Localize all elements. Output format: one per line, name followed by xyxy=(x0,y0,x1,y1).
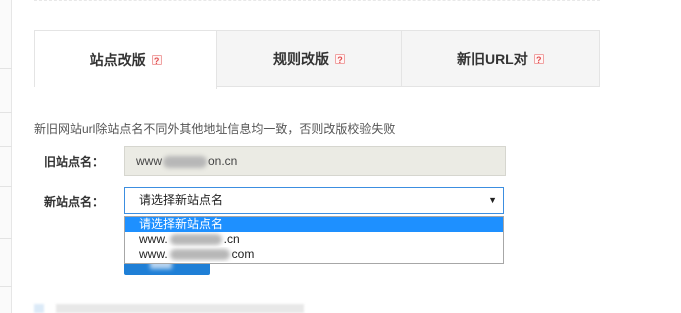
old-site-label: 旧站点名： xyxy=(44,155,105,169)
redacted-text xyxy=(169,249,230,261)
tab-url-mapping[interactable]: 新旧URL对 ? xyxy=(402,31,599,86)
top-divider xyxy=(34,0,600,1)
caret-down-icon[interactable]: ▼ xyxy=(488,188,497,213)
option-prefix: www. xyxy=(139,247,168,261)
help-icon[interactable]: ? xyxy=(533,53,544,65)
option-suffix: .cn xyxy=(223,232,240,246)
dropdown-option[interactable]: 请选择新站点名 xyxy=(125,217,503,232)
tab-label: 规则改版 xyxy=(273,50,330,67)
old-site-field: www on.cn xyxy=(124,146,506,176)
tab-rule-revision[interactable]: 规则改版 ? xyxy=(217,31,402,86)
dropdown-option[interactable]: www. .cn xyxy=(125,232,503,247)
redacted-text xyxy=(163,155,207,168)
option-prefix: www. xyxy=(139,232,168,246)
new-site-label: 新站点名： xyxy=(44,195,105,209)
option-suffix: com xyxy=(231,247,255,261)
help-icon[interactable]: ? xyxy=(335,53,346,65)
old-site-value-suffix: on.cn xyxy=(208,154,238,168)
redacted-text xyxy=(169,234,222,246)
tab-site-revision[interactable]: 站点改版 ? xyxy=(35,31,218,89)
cut-off-hint-text xyxy=(34,304,304,313)
help-icon[interactable]: ? xyxy=(151,55,162,66)
site-options-dropdown[interactable]: 请选择新站点名 www. .cn www. com xyxy=(124,216,504,264)
revision-notice: 新旧网站url除站点名不同外其他地址信息均一致，否则改版校验失败 xyxy=(34,122,396,136)
option-label: 请选择新站点名 xyxy=(139,217,224,231)
tab-label: 新旧URL对 xyxy=(456,50,528,67)
revision-tabs: 站点改版 ? 规则改版 ? 新旧URL对 ? xyxy=(34,30,600,89)
old-site-value-prefix: www xyxy=(136,154,162,168)
new-site-select[interactable]: 请选择新站点名 ▼ xyxy=(124,187,504,214)
dropdown-option[interactable]: www. com xyxy=(125,247,503,262)
select-value: 请选择新站点名 xyxy=(139,193,224,207)
tab-label: 站点改版 xyxy=(89,52,146,68)
left-panel-edge xyxy=(0,0,12,313)
